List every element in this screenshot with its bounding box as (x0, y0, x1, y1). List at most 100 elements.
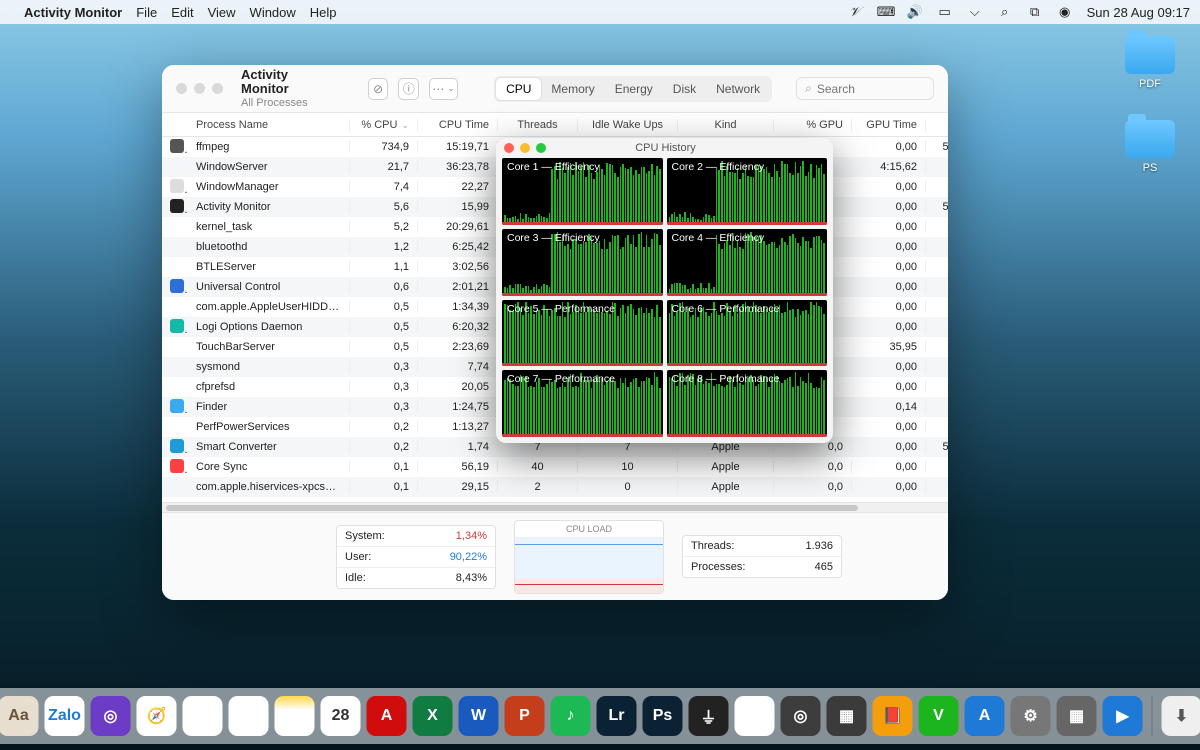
tab-memory[interactable]: Memory (541, 78, 604, 100)
window-subtitle: All Processes (241, 97, 324, 109)
dock-app-quicktime[interactable]: ▶ (1103, 696, 1143, 736)
close-button[interactable] (504, 143, 514, 153)
process-name: com.apple.AppleUserHIDDri… (188, 301, 350, 313)
status-controlcenter-icon[interactable]: ⧉ (1027, 4, 1043, 20)
menu-view[interactable]: View (208, 5, 236, 20)
dock-app-downloads[interactable]: ⬇ (1162, 696, 1200, 736)
core-graph: Core 7 — Performance (502, 370, 663, 437)
dock-app-excel[interactable]: X (413, 696, 453, 736)
status-wifi-icon[interactable]: ⌵ (967, 4, 983, 20)
info-button[interactable]: ⓘ (398, 78, 419, 100)
minimize-button[interactable] (194, 83, 205, 94)
col-process-name[interactable]: Process Name (188, 119, 350, 131)
resource-tabs: CPUMemoryEnergyDiskNetwork (494, 76, 772, 102)
process-name: Universal Control (188, 281, 350, 293)
dock-app-settings[interactable]: ⚙ (1011, 696, 1051, 736)
dock-app-books[interactable]: 📕 (873, 696, 913, 736)
scrollbar-thumb[interactable] (166, 505, 858, 511)
col-threads[interactable]: Threads (498, 119, 578, 131)
process-name: WindowServer (188, 161, 350, 173)
status-volume-icon[interactable]: 🔊 (907, 4, 923, 20)
zoom-button[interactable] (212, 83, 223, 94)
status-siri-icon[interactable]: ◉ (1057, 4, 1073, 20)
col-pid[interactable]: PID (926, 119, 948, 131)
menubar-clock[interactable]: Sun 28 Aug 09:17 (1087, 5, 1190, 20)
process-name: Logi Options Daemon (188, 321, 350, 333)
dock-app-spotify[interactable]: ♪ (551, 696, 591, 736)
dock-app-zalo[interactable]: Zalo (45, 696, 85, 736)
dock-app-messenger[interactable]: ✉ (229, 696, 269, 736)
status-battery-icon[interactable]: ▭ (937, 4, 953, 20)
dock-app-calculator[interactable]: ▦ (827, 696, 867, 736)
dock-app-preview[interactable]: 🖼 (735, 696, 775, 736)
column-headers: Process Name % CPU⌄ CPU Time Threads Idl… (162, 113, 948, 137)
dock-app-photoshop[interactable]: Ps (643, 696, 683, 736)
status-spotlight-icon[interactable]: ⌕ (997, 4, 1013, 20)
zoom-button[interactable] (536, 143, 546, 153)
close-button[interactable] (176, 83, 187, 94)
desktop-folder[interactable]: PS (1122, 120, 1178, 174)
col-gpu[interactable]: % GPU (774, 119, 852, 131)
process-icon (170, 439, 184, 453)
folder-icon (1125, 120, 1175, 158)
cpu-history-window[interactable]: CPU History Core 1 — EfficiencyCore 2 — … (496, 138, 833, 443)
tab-energy[interactable]: Energy (605, 78, 663, 100)
horizontal-scrollbar[interactable] (162, 502, 948, 512)
app-menu[interactable]: Activity Monitor (24, 5, 122, 20)
col-cpu-time[interactable]: CPU Time (418, 119, 498, 131)
dock-app-lightroom[interactable]: Lr (597, 696, 637, 736)
process-name: Smart Converter (188, 441, 350, 453)
core-graph: Core 4 — Efficiency (667, 229, 828, 296)
process-icon (170, 399, 184, 413)
menu-edit[interactable]: Edit (171, 5, 193, 20)
process-icon (170, 459, 184, 473)
dock-app-chrome[interactable]: ◉ (183, 696, 223, 736)
core-graph: Core 1 — Efficiency (502, 158, 663, 225)
process-icon (170, 319, 184, 333)
dock-app-fontbook[interactable]: Aa (0, 696, 39, 736)
sort-indicator-icon: ⌄ (401, 120, 409, 130)
process-name: cfprefsd (188, 381, 350, 393)
folder-label: PDF (1122, 78, 1178, 90)
tab-disk[interactable]: Disk (663, 78, 706, 100)
col-cpu[interactable]: % CPU⌄ (350, 119, 418, 131)
dock-app-safari[interactable]: 🧭 (137, 696, 177, 736)
menu-window[interactable]: Window (250, 5, 296, 20)
dock-app-vapp[interactable]: V (919, 696, 959, 736)
col-kind[interactable]: Kind (678, 119, 774, 131)
col-idle-wakeups[interactable]: Idle Wake Ups (578, 119, 678, 131)
cpu-summary-box: System:1,34% User:90,22% Idle:8,43% (336, 525, 496, 589)
col-gpu-time[interactable]: GPU Time (852, 119, 926, 131)
dock-app-word[interactable]: W (459, 696, 499, 736)
process-name: ffmpeg (188, 141, 350, 153)
dock-app-notes[interactable] (275, 696, 315, 736)
footer-stats: System:1,34% User:90,22% Idle:8,43% CPU … (162, 512, 948, 600)
menu-help[interactable]: Help (310, 5, 337, 20)
process-name: TouchBarServer (188, 341, 350, 353)
menubar: Activity Monitor File Edit View Window H… (0, 0, 1200, 24)
stop-process-button[interactable]: ⊘ (368, 78, 389, 100)
dock-app-activitymonitor[interactable]: ⏚ (689, 696, 729, 736)
dock-app-appstore[interactable]: A (965, 696, 1005, 736)
dock-app-launchpad[interactable]: ▦ (1057, 696, 1097, 736)
tab-cpu[interactable]: CPU (496, 78, 541, 100)
search-input[interactable] (817, 82, 925, 96)
table-row[interactable]: com.apple.hiservices-xpcse…0,129,1520App… (162, 477, 948, 497)
status-v-icon[interactable]: 𝒱 (847, 4, 863, 20)
search-field[interactable]: ⌕ (796, 77, 934, 100)
process-name: bluetoothd (188, 241, 350, 253)
dock-app-acrobat[interactable]: A (367, 696, 407, 736)
minimize-button[interactable] (520, 143, 530, 153)
menu-file[interactable]: File (136, 5, 157, 20)
process-name: PerfPowerServices (188, 421, 350, 433)
process-name: sysmond (188, 361, 350, 373)
table-row[interactable]: Core Sync0,156,194010Apple0,00,00703 (162, 457, 948, 477)
desktop-folder[interactable]: PDF (1122, 36, 1178, 90)
more-options-button[interactable]: ⋯⌄ (429, 78, 458, 100)
dock-app-viberalt[interactable]: ◎ (91, 696, 131, 736)
dock-app-calendar[interactable]: 28 (321, 696, 361, 736)
status-keyboard-icon[interactable]: ⌨ (877, 4, 893, 20)
dock-app-powerpoint[interactable]: P (505, 696, 545, 736)
dock-app-creativecloud[interactable]: ◎ (781, 696, 821, 736)
tab-network[interactable]: Network (706, 78, 770, 100)
